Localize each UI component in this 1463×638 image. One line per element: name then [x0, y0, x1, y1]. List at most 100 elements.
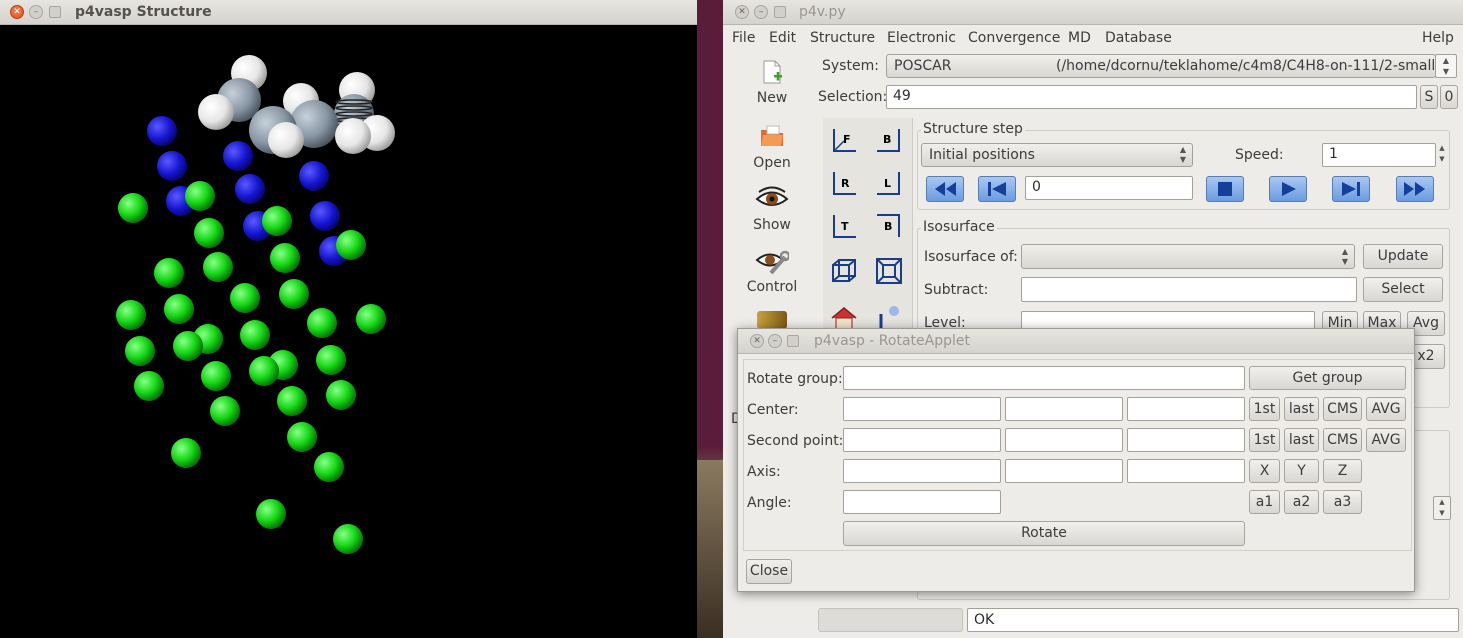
get-group-button[interactable]: Get group	[1249, 366, 1406, 390]
hydrogen-atom[interactable]	[335, 118, 371, 154]
nitrogen-atom[interactable]	[223, 141, 253, 171]
system-spinner[interactable]: ▲ ▼	[1435, 54, 1457, 78]
nitrogen-atom[interactable]	[147, 116, 177, 146]
step-input[interactable]: 0	[1025, 176, 1193, 200]
close-icon[interactable]: ✕	[735, 5, 749, 19]
open-tool[interactable]: Open	[745, 123, 799, 175]
menu-database[interactable]: Database	[1105, 26, 1172, 50]
structure-viewport[interactable]	[0, 26, 697, 638]
metal-atom[interactable]	[154, 258, 184, 288]
second-last-button[interactable]: last	[1284, 428, 1319, 452]
view-right-icon[interactable]: R	[829, 169, 859, 199]
metal-atom[interactable]	[194, 218, 224, 248]
center-last-button[interactable]: last	[1284, 397, 1319, 421]
axis-z-input[interactable]	[1127, 459, 1245, 483]
second-y-input[interactable]	[1005, 428, 1123, 452]
view-back-icon[interactable]: B	[874, 126, 904, 156]
metal-atom[interactable]	[171, 438, 201, 468]
fast-forward-button[interactable]	[1396, 176, 1434, 202]
metal-atom[interactable]	[270, 243, 300, 273]
rotate-group-input[interactable]	[843, 366, 1245, 390]
second-z-input[interactable]	[1127, 428, 1245, 452]
metal-atom[interactable]	[173, 331, 203, 361]
menu-md[interactable]: MD	[1068, 26, 1091, 50]
metal-atom[interactable]	[279, 279, 309, 309]
speed-input[interactable]: 1	[1322, 143, 1436, 167]
metal-atom[interactable]	[277, 386, 307, 416]
axis-z-button[interactable]: Z	[1323, 459, 1362, 483]
second-1st-button[interactable]: 1st	[1249, 428, 1280, 452]
metal-atom[interactable]	[201, 361, 231, 391]
metal-atom[interactable]	[118, 193, 148, 223]
metal-atom[interactable]	[316, 345, 346, 375]
metal-atom[interactable]	[240, 320, 270, 350]
metal-atom[interactable]	[116, 300, 146, 330]
menu-electronic[interactable]: Electronic	[887, 26, 956, 50]
minimize-icon[interactable]: –	[29, 5, 43, 19]
control-tool[interactable]: Control	[741, 248, 803, 300]
menu-convergence[interactable]: Convergence	[968, 26, 1060, 50]
center-1st-button[interactable]: 1st	[1249, 397, 1280, 421]
rotate-button[interactable]: Rotate	[843, 521, 1245, 546]
axis-a2-button[interactable]: a2	[1284, 490, 1319, 514]
menu-file[interactable]: File	[732, 26, 755, 50]
axis-a3-button[interactable]: a3	[1323, 490, 1362, 514]
maximize-icon[interactable]	[787, 335, 799, 347]
maximize-icon[interactable]	[774, 6, 786, 18]
menu-structure[interactable]: Structure	[810, 26, 875, 50]
selection-s-button[interactable]: S	[1420, 85, 1438, 109]
maximize-icon[interactable]	[49, 6, 61, 18]
perspective-cube-icon[interactable]	[829, 256, 859, 286]
angle-input[interactable]	[843, 490, 1001, 514]
speed-spinner[interactable]: ▲ ▼	[1435, 143, 1449, 167]
minimize-icon[interactable]: –	[768, 334, 782, 348]
metal-atom[interactable]	[314, 452, 344, 482]
metal-atom[interactable]	[230, 283, 260, 313]
axis-y-button[interactable]: Y	[1284, 459, 1319, 483]
update-button[interactable]: Update	[1363, 244, 1443, 269]
view-left-icon[interactable]: L	[874, 169, 904, 199]
center-avg-button[interactable]: AVG	[1366, 397, 1406, 421]
close-icon[interactable]: ✕	[10, 5, 24, 19]
lower-combo-arrows-icon[interactable]: ▲ ▼	[1433, 496, 1451, 520]
second-x-input[interactable]	[843, 428, 1001, 452]
metal-atom[interactable]	[134, 371, 164, 401]
partial-tool-icon[interactable]	[757, 311, 787, 329]
metal-atom[interactable]	[185, 181, 215, 211]
select-button[interactable]: Select	[1363, 277, 1443, 302]
first-step-button[interactable]	[978, 176, 1016, 202]
close-button[interactable]: Close	[746, 559, 792, 584]
system-combo[interactable]: POSCAR (/home/dcornu/teklahome/c4m8/C4H8…	[886, 54, 1445, 78]
play-button[interactable]	[1269, 176, 1307, 202]
metal-atom[interactable]	[256, 499, 286, 529]
axis-a1-button[interactable]: a1	[1249, 490, 1280, 514]
metal-atom[interactable]	[287, 422, 317, 452]
last-step-button[interactable]	[1332, 176, 1370, 202]
minimize-icon[interactable]: –	[754, 5, 768, 19]
center-z-input[interactable]	[1127, 397, 1245, 421]
nitrogen-atom[interactable]	[235, 174, 265, 204]
structure-step-combo[interactable]: Initial positions ▲ ▼	[921, 143, 1193, 167]
metal-atom[interactable]	[125, 336, 155, 366]
new-tool[interactable]: New	[745, 58, 799, 110]
subtract-input[interactable]	[1021, 277, 1357, 302]
metal-atom[interactable]	[210, 396, 240, 426]
view-top-icon[interactable]: T	[829, 212, 859, 242]
view-bottom-icon[interactable]: B	[874, 212, 904, 242]
metal-atom[interactable]	[356, 304, 386, 334]
metal-atom[interactable]	[262, 206, 292, 236]
rewind-button[interactable]	[926, 176, 964, 202]
center-x-input[interactable]	[843, 397, 1001, 421]
axis-x-button[interactable]: X	[1249, 459, 1280, 483]
view-front-icon[interactable]: F	[829, 126, 859, 156]
selection-0-button[interactable]: 0	[1440, 85, 1458, 109]
hydrogen-atom[interactable]	[268, 122, 304, 158]
selection-input[interactable]: 49	[886, 85, 1417, 109]
nitrogen-atom[interactable]	[310, 201, 340, 231]
second-cms-button[interactable]: CMS	[1323, 428, 1362, 452]
center-y-input[interactable]	[1005, 397, 1123, 421]
metal-atom[interactable]	[333, 524, 363, 554]
metal-atom[interactable]	[336, 230, 366, 260]
axis-y-input[interactable]	[1005, 459, 1123, 483]
metal-atom[interactable]	[203, 252, 233, 282]
